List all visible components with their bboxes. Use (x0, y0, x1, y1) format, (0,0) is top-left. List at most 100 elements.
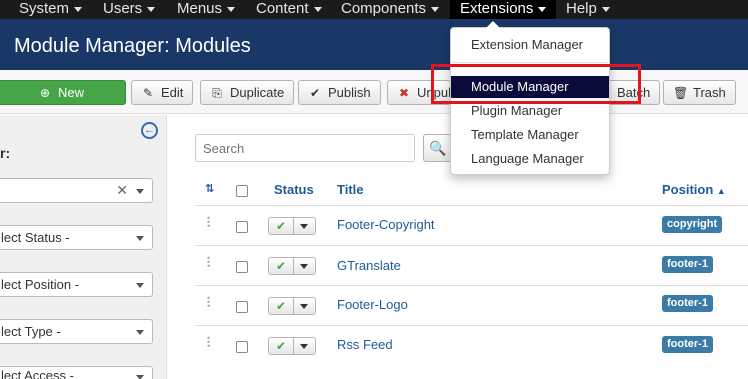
clear-icon[interactable]: ✕ (116, 179, 128, 202)
access-select-value: lect Access - (1, 368, 74, 379)
access-select[interactable]: lect Access - (0, 366, 153, 379)
chevron-down-icon (431, 6, 440, 12)
table-row: • • • ✔ Footer-Copyright copyright (195, 206, 748, 246)
nav-extensions[interactable]: Extensions (450, 0, 557, 19)
status-toggle[interactable]: ✔ (268, 337, 316, 355)
chevron-down-icon[interactable] (300, 224, 308, 229)
new-button[interactable]: ⊕ New (0, 80, 126, 105)
title-header[interactable]: Title (337, 182, 364, 197)
unpublish-icon: ✖ (398, 86, 410, 100)
publish-button-label: Publish (328, 85, 371, 100)
check-icon[interactable]: ✔ (269, 298, 294, 314)
row-title-link[interactable]: GTranslate (337, 258, 401, 273)
row-title-link[interactable]: Footer-Logo (337, 297, 408, 312)
row-title-link[interactable]: Footer-Copyright (337, 217, 435, 232)
edit-icon: ✎ (142, 86, 154, 100)
sort-up-icon: ▲ (716, 186, 726, 196)
drag-handle-icon[interactable]: • • • (207, 334, 211, 351)
position-header[interactable]: Position ▲ (662, 182, 726, 197)
position-badge: footer-1 (662, 295, 713, 312)
duplicate-button-label: Duplicate (230, 85, 285, 100)
check-icon[interactable]: ✔ (269, 258, 294, 274)
chevron-down-icon (147, 6, 156, 12)
row-checkbox[interactable] (236, 301, 248, 313)
nav-menus-label: Menus (177, 0, 223, 17)
menu-item-language-manager[interactable]: Language Manager (451, 148, 609, 170)
chevron-down-icon[interactable] (300, 344, 308, 349)
nav-content[interactable]: Content (256, 0, 322, 19)
nav-extensions-label: Extensions (460, 0, 534, 17)
chevron-down-icon (136, 189, 144, 194)
table-row: • • • ✔ GTranslate footer-1 (195, 246, 748, 286)
nav-system[interactable]: System (19, 0, 83, 19)
chevron-down-icon[interactable] (300, 264, 308, 269)
plus-icon: ⊕ (39, 86, 51, 100)
status-select[interactable]: lect Status - (0, 225, 153, 250)
row-checkbox[interactable] (236, 221, 248, 233)
search-button[interactable]: 🔍 (423, 134, 453, 162)
nav-components[interactable]: Components (341, 0, 440, 19)
nav-users-label: Users (103, 0, 143, 17)
select-all-checkbox[interactable] (236, 185, 248, 197)
menu-divider (452, 62, 608, 63)
page-header: Module Manager: Modules (0, 19, 748, 70)
nav-components-label: Components (341, 0, 427, 17)
status-toggle[interactable]: ✔ (268, 257, 316, 275)
nav-help-label: Help (566, 0, 597, 17)
edit-button[interactable]: ✎ Edit (131, 80, 194, 105)
menu-caret (486, 21, 500, 28)
row-checkbox[interactable] (236, 261, 248, 273)
nav-help[interactable]: Help (566, 0, 610, 19)
chevron-down-icon (601, 6, 610, 12)
nav-menus[interactable]: Menus (177, 0, 236, 19)
table-row: • • • ✔ Footer-Logo footer-1 (195, 286, 748, 326)
position-header-label: Position (662, 182, 714, 197)
check-icon[interactable]: ✔ (269, 338, 294, 354)
chevron-down-icon[interactable] (300, 304, 308, 309)
copy-icon: ⎘ (212, 86, 222, 100)
search-input[interactable] (195, 134, 415, 162)
type-select[interactable]: lect Type - (0, 319, 153, 344)
table-row: • • • ✔ Rss Feed footer-1 (195, 326, 748, 366)
edit-button-label: Edit (161, 85, 184, 100)
nav-content-label: Content (256, 0, 309, 17)
duplicate-button[interactable]: ⎘ Duplicate (200, 80, 295, 105)
position-select[interactable]: lect Position - (0, 272, 153, 297)
drag-handle-icon[interactable]: • • • (207, 294, 211, 311)
check-icon[interactable]: ✔ (269, 218, 294, 234)
type-select-value: lect Type - (1, 324, 61, 339)
position-badge: footer-1 (662, 256, 713, 273)
trash-button[interactable]: 🗑 Trash (663, 80, 736, 105)
chevron-down-icon (313, 6, 322, 12)
client-select[interactable]: ✕ (0, 178, 153, 203)
status-toggle[interactable]: ✔ (268, 217, 316, 235)
filter-sidebar: ← r: ✕ lect Status - lect Position - lec… (0, 115, 167, 379)
chevron-down-icon (136, 375, 144, 379)
status-toggle[interactable]: ✔ (268, 297, 316, 315)
nav-system-label: System (19, 0, 70, 17)
status-header[interactable]: Status (274, 182, 314, 197)
chevron-down-icon (227, 6, 236, 12)
annotation-highlight-box (431, 64, 641, 104)
status-select-value: lect Status - (1, 230, 70, 245)
position-badge: copyright (662, 216, 723, 233)
filter-label: r: (0, 145, 11, 161)
collapse-sidebar-icon[interactable]: ← (141, 122, 158, 139)
chevron-down-icon (74, 6, 83, 12)
menu-item-template-manager[interactable]: Template Manager (451, 124, 609, 146)
row-title-link[interactable]: Rss Feed (337, 337, 393, 352)
publish-button[interactable]: ✔ Publish (298, 80, 381, 105)
trash-icon: 🗑 (673, 86, 689, 100)
nav-users[interactable]: Users (103, 0, 156, 19)
trash-button-label: Trash (693, 85, 726, 100)
drag-handle-icon[interactable]: • • • (207, 254, 211, 271)
new-button-label: New (57, 85, 84, 100)
menu-item-extension-manager[interactable]: Extension Manager (451, 34, 609, 56)
drag-handle-icon[interactable]: • • • (207, 214, 211, 231)
row-checkbox[interactable] (236, 341, 248, 353)
top-navbar: System Users Menus Content Components Ex… (0, 0, 748, 19)
position-badge: footer-1 (662, 336, 713, 353)
ordering-sort-icon[interactable]: ⇅ (205, 182, 214, 195)
position-select-value: lect Position - (1, 277, 80, 292)
check-icon: ✔ (309, 86, 321, 100)
